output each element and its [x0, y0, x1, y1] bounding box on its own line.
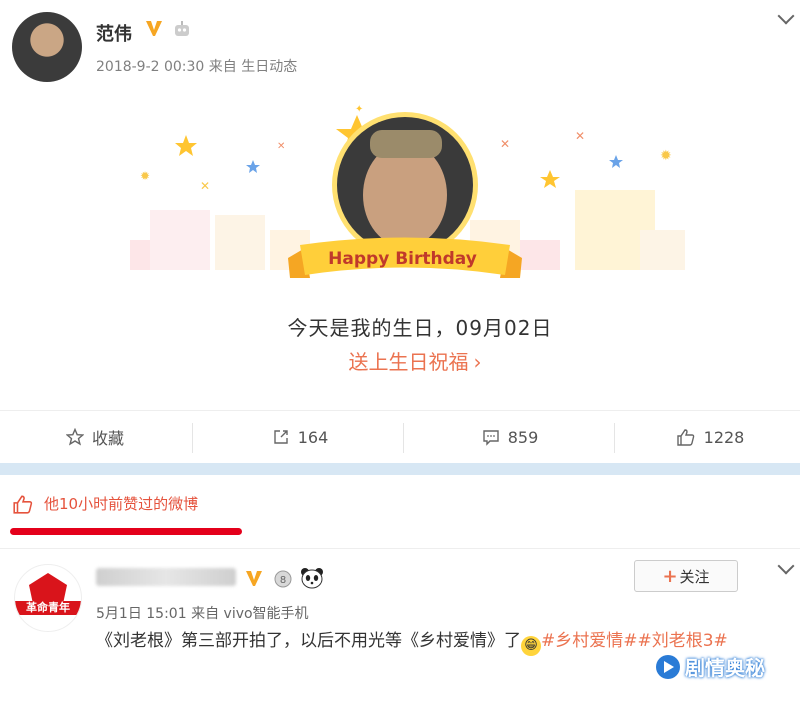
- watermark: 剧情奥秘: [655, 652, 765, 681]
- svg-text:✕: ✕: [500, 137, 510, 151]
- favorite-label: 收藏: [91, 429, 124, 448]
- verified-badge-icon: [144, 18, 164, 42]
- post-action-bar: 收藏 164 859 1228: [0, 410, 800, 463]
- divider: [192, 423, 193, 453]
- author2-name-blurred[interactable]: [96, 568, 236, 586]
- happy-birthday-banner: Happy Birthday: [328, 249, 477, 269]
- birthday-text: 今天是我的生日，09月02日: [287, 316, 553, 340]
- feed-separator: [0, 463, 800, 475]
- divider: [614, 423, 615, 453]
- liked-notice-text: 他10小时前赞过的微博: [44, 495, 199, 513]
- post2-meta: 5月1日 15:01 来自 vivo智能手机: [96, 603, 309, 623]
- avatar2-text: 革命青年: [15, 601, 81, 615]
- divider: [0, 548, 800, 549]
- post2-text: 《刘老根》第三部开拍了，以后不用光等《乡村爱情》了: [96, 631, 521, 651]
- follow-label: 关注: [679, 567, 710, 586]
- like-count: 1228: [703, 427, 745, 447]
- highlight-underline: [10, 528, 242, 535]
- forward-count: 164: [297, 427, 329, 447]
- divider: [403, 423, 404, 453]
- verified-badge-icon: [244, 568, 264, 592]
- comment-count: 859: [507, 427, 539, 447]
- favorite-button[interactable]: 收藏: [0, 411, 190, 463]
- follow-button[interactable]: + 关注: [634, 560, 738, 592]
- forward-icon: [274, 430, 288, 444]
- author-avatar[interactable]: [12, 12, 82, 82]
- author2-avatar[interactable]: 革命青年: [14, 564, 82, 632]
- svg-text:✕: ✕: [575, 129, 585, 143]
- author-name[interactable]: 范伟: [96, 20, 132, 46]
- svg-text:✹: ✹: [660, 148, 672, 164]
- post2-time[interactable]: 5月1日 15:01: [96, 606, 187, 622]
- thumbs-up-icon: [676, 429, 694, 446]
- like-button[interactable]: 1228: [620, 411, 800, 463]
- watermark-logo-icon: [656, 654, 680, 679]
- post2-source[interactable]: vivo智能手机: [224, 606, 309, 622]
- chevron-right-icon: ›: [473, 350, 482, 374]
- more-chevron-down-icon[interactable]: [777, 557, 795, 575]
- hashtag-link[interactable]: #刘老根3#: [638, 631, 728, 651]
- svg-text:✦: ✦: [355, 104, 363, 115]
- post-meta: 2018-9-2 00:30 来自 生日动态: [96, 56, 297, 76]
- source-prefix: 来自: [191, 606, 220, 622]
- forward-button[interactable]: 164: [200, 411, 400, 463]
- emblem-icon: [29, 573, 67, 603]
- grin-emoji-icon: 😁: [521, 636, 541, 656]
- comment-icon: [483, 430, 499, 446]
- post-time[interactable]: 2018-9-2 00:30: [96, 59, 204, 75]
- more-chevron-down-icon[interactable]: [777, 7, 795, 25]
- thumbs-up-icon: [13, 495, 33, 514]
- svg-text:8: 8: [280, 575, 286, 586]
- birthday-blessing-link[interactable]: 送上生日祝福 ›: [0, 346, 800, 375]
- panda-icon: [300, 567, 324, 593]
- medal-icon: 8: [272, 567, 294, 593]
- post-source[interactable]: 生日动态: [241, 59, 297, 75]
- plus-icon: +: [662, 565, 678, 587]
- svg-text:✹: ✹: [140, 169, 150, 183]
- comment-button[interactable]: 859: [410, 411, 610, 463]
- member-robot-icon: [172, 20, 192, 42]
- liked-notice: 他10小时前赞过的微博: [12, 493, 198, 514]
- hashtag-link[interactable]: #乡村爱情#: [541, 631, 638, 651]
- blessing-label: 送上生日祝福: [348, 350, 469, 374]
- star-icon: [65, 428, 84, 446]
- svg-text:✕: ✕: [200, 179, 210, 193]
- watermark-text: 剧情奥秘: [685, 656, 765, 680]
- svg-text:✕: ✕: [277, 141, 285, 152]
- source-prefix: 来自: [208, 59, 237, 75]
